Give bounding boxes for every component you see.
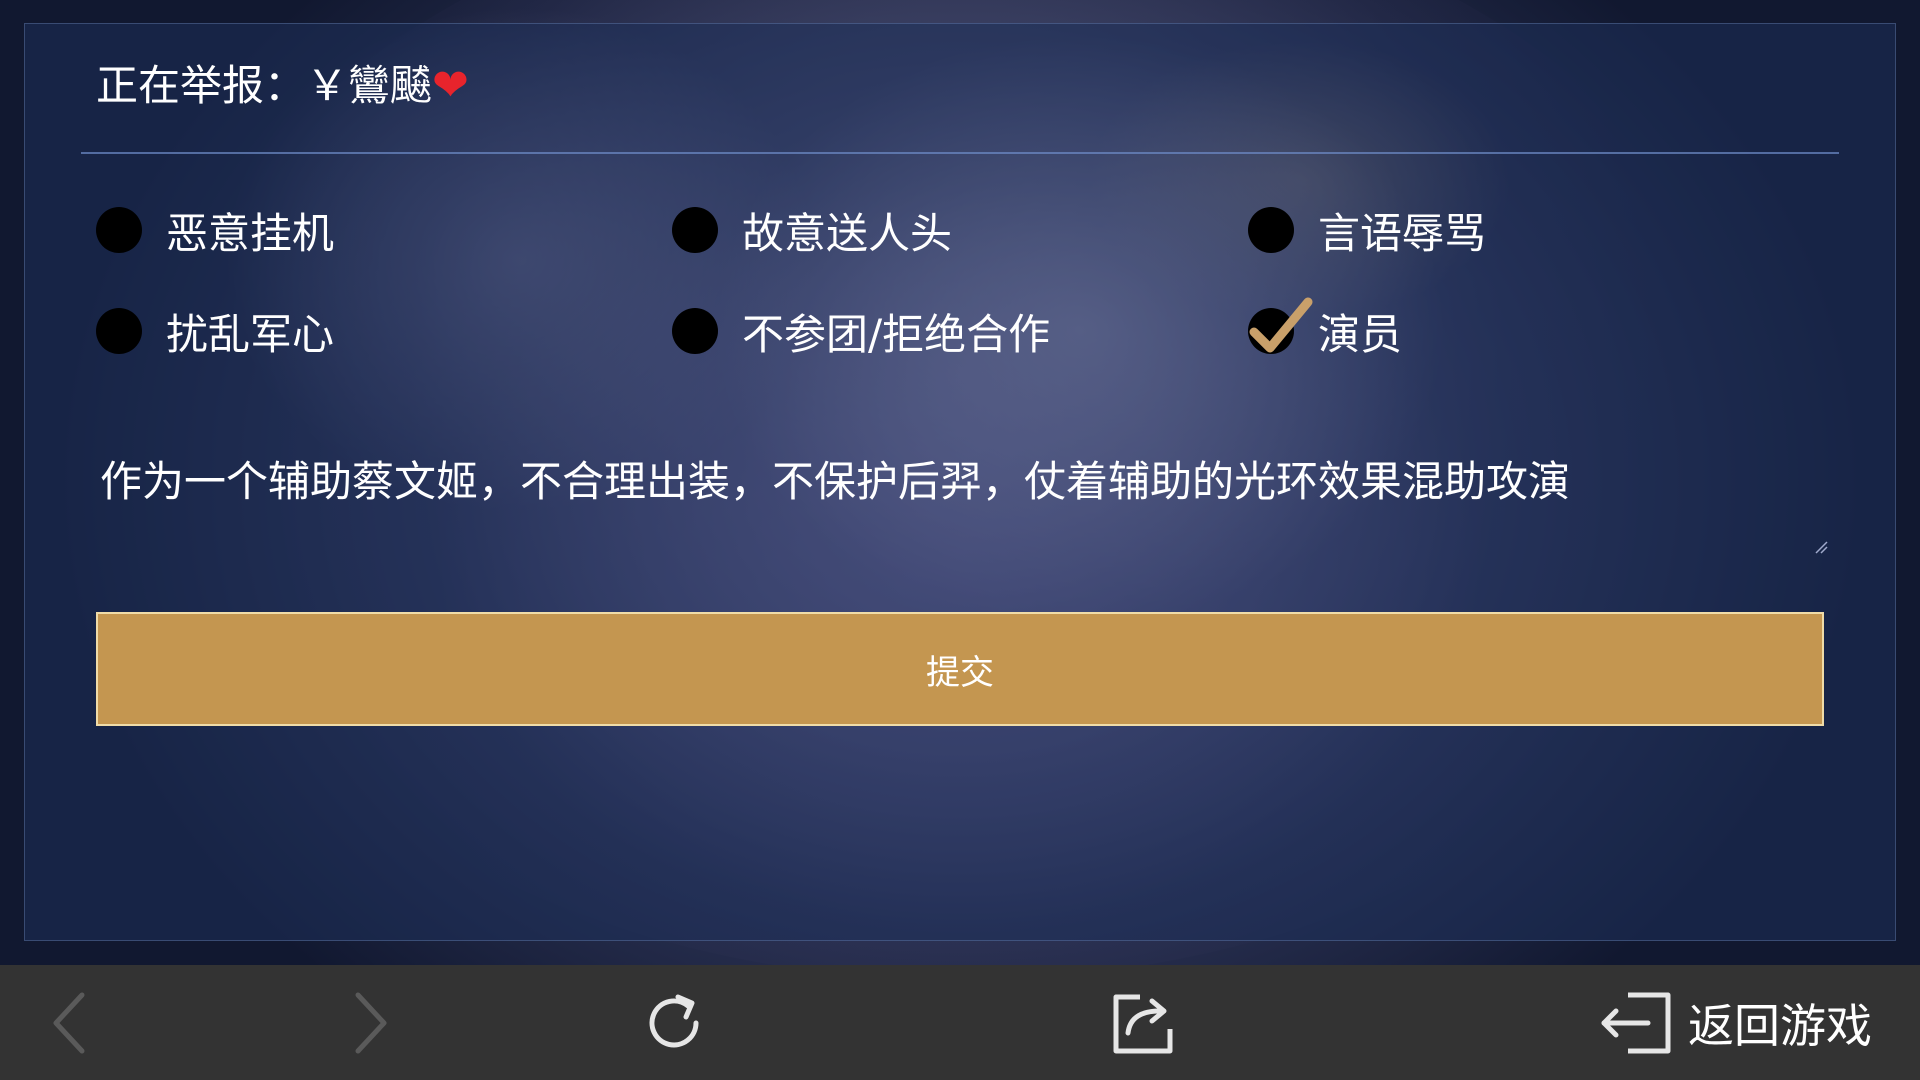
option-label: 言语辱骂 [1318, 208, 1487, 258]
refresh-icon [649, 994, 699, 1047]
forward-button[interactable] [340, 965, 400, 1080]
back-button[interactable] [40, 965, 100, 1080]
option-actor[interactable]: 演员 [1248, 297, 1403, 361]
report-title: 正在举报：￥鸞飇❤ [96, 56, 469, 116]
report-reason-textarea[interactable]: 作为一个辅助蔡文姬，不合理出装，不保护后羿，仗着辅助的光环效果混助攻演 [100, 452, 1820, 512]
heart-icon: ❤ [432, 60, 469, 111]
resize-grip-icon[interactable] [1814, 540, 1828, 554]
radio-button[interactable] [672, 207, 718, 253]
radio-button[interactable] [1248, 207, 1294, 253]
refresh-button[interactable] [634, 965, 714, 1080]
checkmark-icon [1249, 297, 1313, 353]
option-feeding[interactable]: 故意送人头 [672, 200, 952, 260]
submit-button[interactable]: 提交 [96, 612, 1824, 726]
option-verbal-abuse[interactable]: 言语辱骂 [1248, 200, 1486, 260]
option-no-teamwork[interactable]: 不参团/拒绝合作 [672, 301, 1050, 361]
reported-player-name: ￥鸞飇 [306, 61, 433, 110]
chevron-right-icon [355, 992, 387, 1053]
title-divider [81, 152, 1839, 154]
return-to-game-button[interactable]: 返回游戏 [1590, 965, 1880, 1080]
radio-button-checked[interactable] [1248, 297, 1313, 354]
option-disrupting-morale[interactable]: 扰乱军心 [96, 301, 334, 361]
option-label: 扰乱军心 [166, 309, 335, 359]
share-button[interactable] [1102, 965, 1182, 1080]
option-label: 不参团/拒绝合作 [742, 309, 1051, 359]
option-label: 演员 [1318, 309, 1403, 359]
radio-button[interactable] [672, 308, 718, 354]
return-to-game-label: 返回游戏 [1688, 998, 1872, 1053]
report-prefix: 正在举报： [96, 61, 307, 110]
option-label: 故意送人头 [742, 208, 953, 258]
chevron-left-icon [53, 992, 85, 1053]
option-afk[interactable]: 恶意挂机 [96, 200, 334, 260]
option-label: 恶意挂机 [166, 208, 335, 258]
browser-toolbar: 返回游戏 [0, 965, 1920, 1080]
exit-icon [1601, 992, 1671, 1053]
share-icon [1113, 994, 1173, 1053]
radio-button[interactable] [96, 308, 142, 354]
report-screen: 正在举报：￥鸞飇❤ 恶意挂机 故意送人头 言语辱骂 扰乱军心 不参团/拒绝合作 … [0, 0, 1920, 1080]
radio-button[interactable] [96, 207, 142, 253]
